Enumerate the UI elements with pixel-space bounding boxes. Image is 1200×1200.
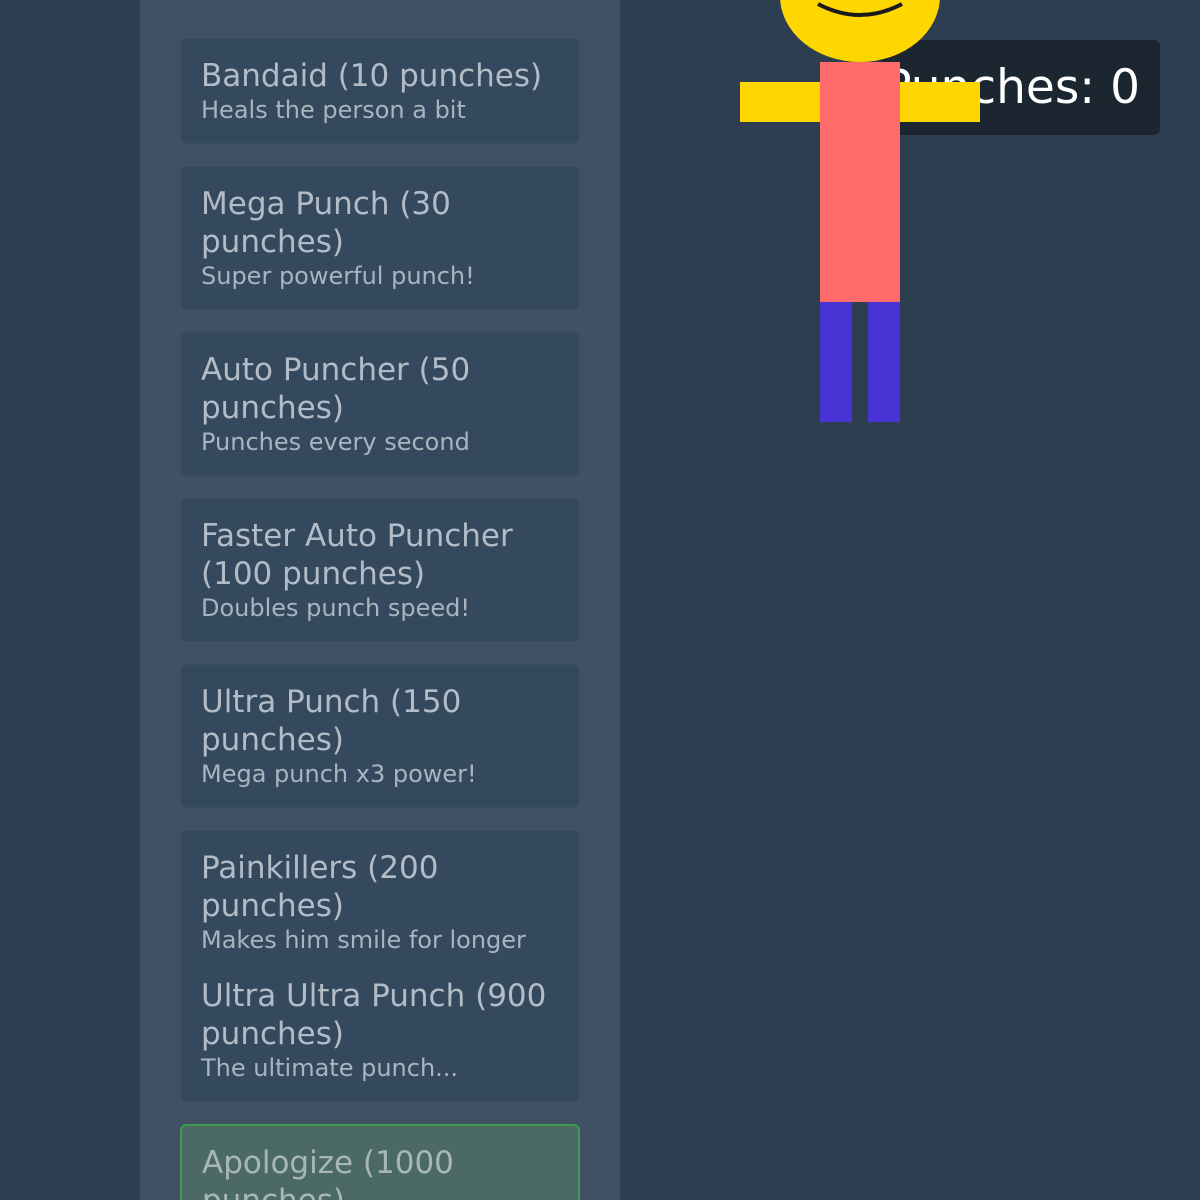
punchable-person	[0, 0, 1200, 1200]
person-left-leg	[820, 302, 852, 422]
person-body	[820, 62, 900, 302]
person-right-arm	[900, 82, 980, 122]
game-screen: Bandaid (10 punches) Heals the person a …	[0, 0, 1200, 1200]
person-right-leg	[868, 302, 900, 422]
person-left-arm	[740, 82, 820, 122]
person-figure[interactable]	[0, 0, 1200, 1200]
person-head[interactable]	[780, 0, 940, 62]
